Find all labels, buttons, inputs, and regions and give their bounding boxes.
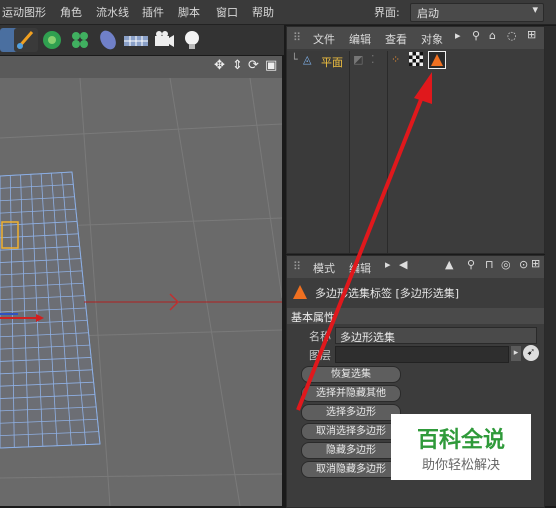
watermark-title: 百科全说 — [416, 428, 505, 453]
watermark: 百科全说 助你轻松解决 — [391, 414, 531, 480]
watermark-subtitle: 助你轻松解决 — [421, 458, 500, 473]
